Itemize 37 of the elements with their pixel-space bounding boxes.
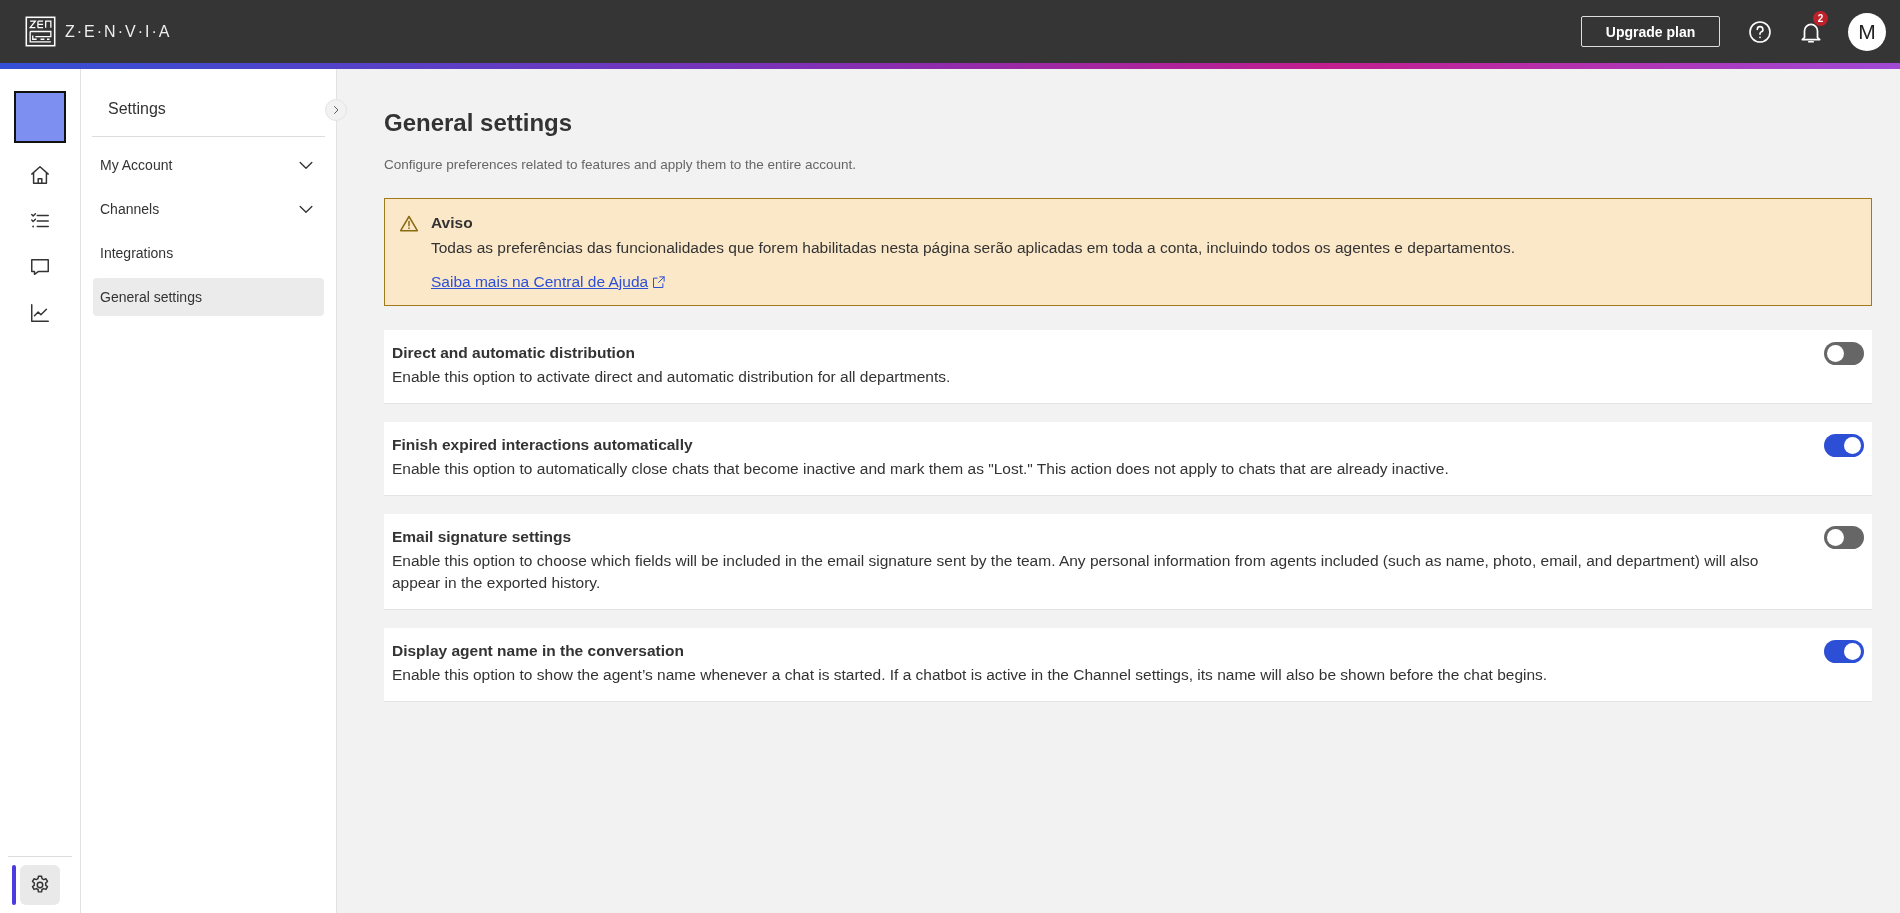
chat-bubble-icon: [29, 256, 51, 278]
setting-description: Enable this option to choose which fields will be included in the email signature sent by the team. Any personal information from agents included (such as name, photo, email, and department) will also appear in the exported history.: [392, 550, 1760, 594]
help-icon[interactable]: [1748, 19, 1772, 44]
setting-title: Finish expired interactions automatically: [392, 435, 694, 454]
notice-title: Aviso: [431, 214, 474, 232]
external-link-icon: [651, 274, 667, 290]
nav-rail-button[interactable]: [20, 865, 60, 905]
zenvia-logo-icon: [25, 16, 56, 47]
help-center-link[interactable]: Saiba mais na Central de Ajuda: [431, 273, 667, 291]
home-icon: [29, 164, 51, 186]
brand-name: Z·E·N·V·I·A: [65, 22, 172, 41]
settings-menu-item[interactable]: Integrations: [93, 234, 324, 272]
toggle-switch[interactable]: [1824, 342, 1864, 365]
toggle-switch[interactable]: [1824, 640, 1864, 664]
toggle-switch[interactable]: [1824, 525, 1864, 549]
workspace-image-placeholder[interactable]: [14, 91, 66, 143]
line-chart-icon: [29, 302, 51, 324]
warning-icon: [399, 214, 419, 234]
notification-count-badge: 2: [1813, 10, 1828, 26]
settings-menu-item[interactable]: General settings: [93, 278, 324, 316]
settings-menu-item[interactable]: My Account: [93, 146, 324, 184]
toggle-switch[interactable]: [1824, 433, 1864, 457]
settings-menu-title: Settings: [92, 69, 325, 137]
setting-title: Email signature settings: [392, 527, 573, 546]
upgrade-plan-button[interactable]: Upgrade plan: [1581, 16, 1720, 47]
setting-description: Enable this option to activate direct and automatic distribution for all departments.: [392, 367, 952, 387]
setting-description: Enable this option to automatically close chats that become inactive and mark them as "Lost." This action does not apply to chats that are already inactive.: [392, 458, 1450, 479]
active-indicator: [12, 865, 16, 905]
settings-menu-item[interactable]: Channels: [93, 190, 324, 228]
setting-description: Enable this option to show the agent’s name whenever a chat is started. If a chatbot is active in the Channel settings, its name will also be shown before the chat begins.: [392, 665, 1549, 686]
setting-title: Display agent name in the conversation: [392, 642, 685, 661]
settings-icon: [29, 874, 51, 896]
setting-title: Direct and automatic distribution: [392, 344, 636, 362]
page-title: General settings: [384, 109, 574, 137]
notice-message: Todas as preferências das funcionalidades que forem habilitadas nesta página serão aplicadas em toda a conta, incluindo todos os agentes e departamentos.: [431, 239, 1515, 257]
user-avatar[interactable]: M: [1848, 12, 1886, 51]
page-subtitle: Configure preferences related to features and apply them to the entire account.: [384, 157, 858, 172]
